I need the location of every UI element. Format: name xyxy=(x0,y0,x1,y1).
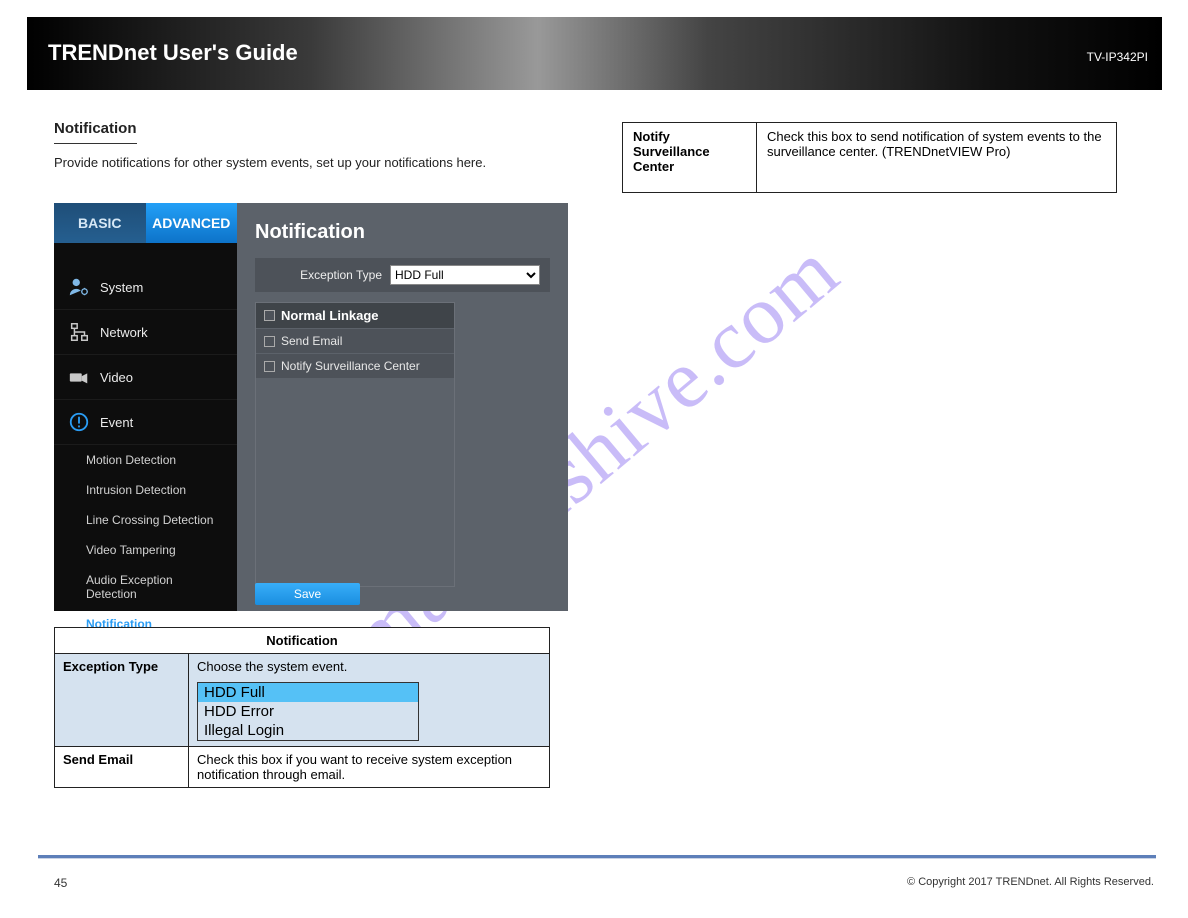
panel-title: Notification xyxy=(255,221,550,244)
footer-rule xyxy=(38,855,1156,859)
row-key: Exception Type xyxy=(55,654,189,747)
nav-tabs: BASIC ADVANCED xyxy=(54,203,237,243)
nav-sub-motion[interactable]: Motion Detection xyxy=(54,445,237,475)
linkage-empty xyxy=(256,378,454,586)
section-title: Notification xyxy=(54,120,137,144)
normal-linkage-box: Normal Linkage Send Email Notify Surveil… xyxy=(255,302,455,587)
ui-screenshot: BASIC ADVANCED System Network Video xyxy=(54,203,568,611)
checkbox-icon[interactable] xyxy=(264,336,275,347)
sidebar-item-label: System xyxy=(100,280,143,295)
table-row: Exception Type Choose the system event. … xyxy=(55,654,550,747)
linkage-notify-center[interactable]: Notify Surveillance Center xyxy=(256,353,454,378)
tab-advanced[interactable]: ADVANCED xyxy=(146,203,238,243)
row-value: Check this box to send notification of s… xyxy=(757,123,1117,193)
combo-opt-hdderror[interactable]: HDD Error xyxy=(198,702,418,721)
combo-opt-hddfull[interactable]: HDD Full xyxy=(198,683,418,702)
exception-row: Exception Type HDD Full xyxy=(255,258,550,292)
exception-label: Exception Type xyxy=(300,268,382,282)
sidebar-item-system[interactable]: System xyxy=(54,265,237,310)
alert-icon xyxy=(68,411,90,433)
tab-basic[interactable]: BASIC xyxy=(54,203,146,243)
copyright: © Copyright 2017 TRENDnet. All Rights Re… xyxy=(907,876,1154,888)
linkage-label: Notify Surveillance Center xyxy=(281,359,420,373)
nav-sub-tamper[interactable]: Video Tampering xyxy=(54,535,237,565)
checkbox-icon[interactable] xyxy=(264,361,275,372)
linkage-header: Normal Linkage xyxy=(256,303,454,328)
row-key: Notify Surveillance Center xyxy=(623,123,757,193)
linkage-header-label: Normal Linkage xyxy=(281,308,379,323)
banner-title: TRENDnet User's Guide xyxy=(48,40,298,66)
sidebar-item-label: Event xyxy=(100,415,133,430)
row-value: Check this box if you want to receive sy… xyxy=(189,747,550,788)
combo-opt-illegallogin[interactable]: Illegal Login xyxy=(198,721,418,740)
nav-sub-audio[interactable]: Audio Exception Detection xyxy=(54,565,237,609)
sidebar-item-video[interactable]: Video xyxy=(54,355,237,400)
linkage-send-email[interactable]: Send Email xyxy=(256,328,454,353)
table-row: Notify Surveillance Center Check this bo… xyxy=(623,123,1117,193)
section-description: Provide notifications for other system e… xyxy=(54,155,554,170)
sidebar-item-network[interactable]: Network xyxy=(54,310,237,355)
user-gear-icon xyxy=(68,276,90,298)
network-icon xyxy=(68,321,90,343)
save-button[interactable]: Save xyxy=(255,583,360,605)
notification-table: Notification Exception Type Choose the s… xyxy=(54,627,550,788)
nav-sub-intrusion[interactable]: Intrusion Detection xyxy=(54,475,237,505)
sidebar-item-event[interactable]: Event xyxy=(54,400,237,445)
row-value: Choose the system event. HDD Full HDD Er… xyxy=(189,654,550,747)
page-number: 45 xyxy=(54,876,67,890)
table-caption: Notification xyxy=(55,628,550,654)
banner-right: TV-IP342PI xyxy=(1087,50,1148,64)
sidebar-item-label: Network xyxy=(100,325,148,340)
row-desc: Choose the system event. xyxy=(197,659,347,674)
exception-select[interactable]: HDD Full xyxy=(390,265,540,285)
sidebar-item-label: Video xyxy=(100,370,133,385)
exception-combo[interactable]: HDD Full HDD Error Illegal Login xyxy=(197,682,419,741)
notify-center-table: Notify Surveillance Center Check this bo… xyxy=(622,122,1117,193)
checkbox-icon[interactable] xyxy=(264,310,275,321)
nav-sub-linecross[interactable]: Line Crossing Detection xyxy=(54,505,237,535)
sidebar: BASIC ADVANCED System Network Video xyxy=(54,203,237,611)
row-key: Send Email xyxy=(55,747,189,788)
linkage-label: Send Email xyxy=(281,334,342,348)
camera-icon xyxy=(68,366,90,388)
table-row: Send Email Check this box if you want to… xyxy=(55,747,550,788)
main-panel: Notification Exception Type HDD Full Nor… xyxy=(237,203,568,611)
